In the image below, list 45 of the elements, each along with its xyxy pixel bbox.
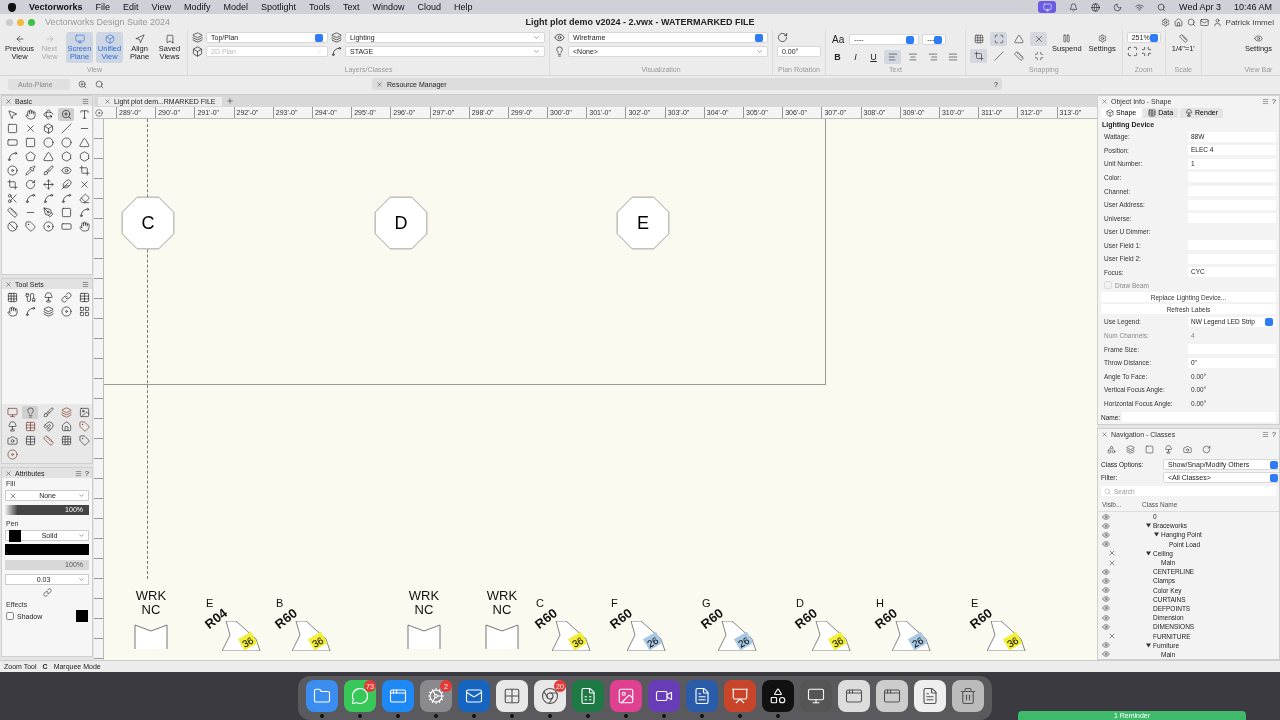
unit-letter: B bbox=[276, 597, 284, 609]
channel-number: 26 bbox=[736, 634, 752, 650]
unit-letter: D bbox=[796, 597, 804, 609]
text-style-button[interactable]: I bbox=[848, 50, 863, 64]
unit-letter: H bbox=[876, 597, 884, 609]
menu-item[interactable]: Text bbox=[343, 2, 360, 12]
window-title: Light plot demo v2024 - 2.vwx - WATERMARKED FILE bbox=[525, 17, 755, 27]
menu-item[interactable]: Modify bbox=[183, 2, 211, 12]
menu-item[interactable]: Spotlight bbox=[260, 2, 296, 12]
menu-item[interactable]: View bbox=[151, 2, 171, 12]
channel-number: 36 bbox=[240, 634, 256, 650]
app-title: Vectorworks Design Suite 2024 bbox=[45, 17, 171, 27]
position-letter: E bbox=[637, 213, 649, 233]
menu-time[interactable]: 10:46 AM bbox=[1233, 2, 1272, 12]
position-letter: C bbox=[141, 213, 155, 233]
channel-number: 36 bbox=[310, 634, 326, 650]
text-style-button[interactable]: U bbox=[866, 50, 881, 64]
menu-item[interactable]: Help bbox=[454, 2, 473, 12]
unit-letter: E bbox=[971, 597, 979, 609]
instrument-label: NC bbox=[492, 603, 512, 617]
menu-item[interactable]: Window bbox=[372, 2, 405, 12]
channel-number: 36 bbox=[1005, 634, 1021, 650]
menu-item[interactable]: Tools bbox=[309, 2, 330, 12]
channel-number: 36 bbox=[570, 634, 586, 650]
instrument-label: NC bbox=[141, 603, 161, 617]
channel-number: 26 bbox=[910, 634, 926, 650]
menu-item[interactable]: Model bbox=[223, 2, 248, 12]
unit-letter: G bbox=[702, 597, 711, 609]
text-style-button[interactable]: B bbox=[830, 50, 845, 64]
instrument-label: NC bbox=[414, 603, 434, 617]
menu-item[interactable]: File bbox=[95, 2, 111, 12]
channel-number: 36 bbox=[830, 634, 846, 650]
position-letter: D bbox=[394, 213, 408, 233]
unit-letter: C bbox=[536, 597, 544, 609]
menu-date[interactable]: Wed Apr 3 bbox=[1179, 2, 1221, 12]
font-button[interactable]: Aa bbox=[830, 32, 847, 47]
menu-item[interactable]: Edit bbox=[123, 2, 139, 12]
instrument-label: WRK bbox=[135, 589, 167, 603]
channel-number: 26 bbox=[645, 634, 661, 650]
instrument-label: WRK bbox=[408, 589, 440, 603]
user-name[interactable]: Patrick Immel bbox=[1225, 17, 1274, 27]
unit-letter: E bbox=[206, 597, 214, 609]
app-menu[interactable]: Vectorworks bbox=[29, 2, 83, 12]
menu-item[interactable]: Cloud bbox=[417, 2, 442, 12]
instrument-label: WRK bbox=[486, 589, 518, 603]
